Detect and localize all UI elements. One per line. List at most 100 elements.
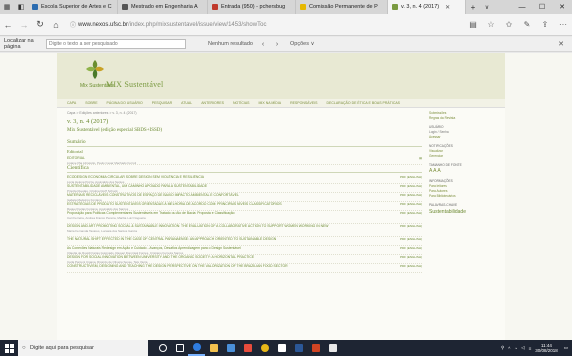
article-pdf-link[interactable]: PDF (ENGLISH)	[400, 255, 422, 259]
word-icon[interactable]	[290, 340, 307, 356]
taskbar-clock[interactable]: 11:44 30/08/2018	[535, 343, 558, 353]
keyword-cloud[interactable]: Sustentabilidade	[429, 209, 499, 215]
article-title-link[interactable]: CONSTRUCTIVISM, DESIGNING AND TEACHING T…	[67, 264, 387, 268]
recycle-leaf-icon[interactable]	[85, 59, 105, 81]
menu-item[interactable]: Pesquisar	[152, 101, 172, 105]
article-row: SUSTENTABILIDADE AMBIENTAL, UM CAMINHO A…	[67, 184, 422, 193]
article-pdf-link[interactable]: PDF (ENGLISH)	[400, 246, 422, 250]
powerpoint-icon[interactable]	[307, 340, 324, 356]
article-pdf-link[interactable]: PDF (ENGLISH)	[400, 175, 422, 179]
share-icon[interactable]: ⇪	[536, 20, 554, 29]
people-icon[interactable]: ⚲	[501, 345, 504, 351]
network-icon[interactable]: ◔	[514, 346, 517, 351]
mail-icon[interactable]	[273, 340, 290, 356]
forward-button[interactable]: →	[16, 14, 32, 36]
url-domain: www.nexos.ufsc.br	[78, 21, 129, 28]
tabs-aside-icon[interactable]: ◧	[14, 0, 28, 14]
menu-item[interactable]: Declaração de Ética e Boas Práticas	[327, 101, 401, 105]
windows-start-icon[interactable]	[0, 340, 18, 356]
article-title-link[interactable]: ESTRATÉGIAS DE PRODUTO SUSTENTÁVEIS ORIE…	[67, 202, 387, 206]
close-window-icon[interactable]: ✕	[552, 0, 572, 14]
office-icon[interactable]	[239, 340, 256, 356]
reading-view-icon[interactable]: ▤	[464, 20, 482, 29]
tab-preview-icon[interactable]: ▦	[0, 0, 14, 14]
favorite-star-icon[interactable]: ☆	[482, 20, 500, 29]
sidebar-notif-view[interactable]: Visualizar	[429, 149, 499, 153]
menu-item[interactable]: Responsáveis	[290, 101, 317, 105]
page-info-icon[interactable]: ⓘ	[70, 20, 78, 29]
paint-icon[interactable]	[324, 340, 341, 356]
maximize-icon[interactable]: ☐	[532, 0, 552, 14]
back-button[interactable]: ←	[0, 14, 16, 36]
find-close-icon[interactable]: ✕	[558, 40, 564, 48]
edge-browser-icon[interactable]	[188, 340, 205, 356]
article-pdf-link[interactable]: PDF (ENGLISH)	[400, 224, 422, 228]
refresh-button[interactable]: ↻	[32, 14, 48, 36]
favorites-hub-icon[interactable]: ✩	[500, 20, 518, 29]
sidebar-link-submissions[interactable]: Submissões	[429, 111, 499, 115]
file-explorer-icon[interactable]	[205, 340, 222, 356]
find-input[interactable]	[46, 39, 186, 49]
tray-chevron-icon[interactable]: ^	[508, 346, 510, 351]
article-title-link[interactable]: MATERIAIS RECICLÁVEIS CONSTRUTIVOS DE ES…	[67, 193, 387, 197]
browser-tab[interactable]: Escola Superior de Artes e C	[28, 0, 118, 14]
menu-item[interactable]: Sobre	[85, 101, 97, 105]
site-title[interactable]: MIX Sustentável	[106, 80, 163, 89]
article-title-link[interactable]: DESIGN AND ART PROMOTING SOCIAL & SUSTAI…	[67, 224, 387, 228]
menu-item[interactable]: Atual	[181, 101, 192, 105]
action-center-icon[interactable]: ▭	[564, 345, 568, 351]
article-pdf-link[interactable]: ▤	[419, 156, 422, 160]
tab-label: v. 3, n. 4 (2017)	[401, 4, 440, 10]
cortana-mic-icon[interactable]	[154, 340, 171, 356]
new-tab-button[interactable]: +	[466, 0, 480, 14]
minimize-icon[interactable]: —	[512, 0, 532, 14]
article-pdf-link[interactable]: PDF (ENGLISH)	[400, 202, 422, 206]
menu-item[interactable]: Notícias	[233, 101, 250, 105]
article-pdf-link[interactable]: PDF (ENGLISH)	[400, 211, 422, 215]
article-title-link[interactable]: THE NATURAL SHIFT EFFECTED IN THE CASE O…	[67, 237, 387, 241]
article-pdf-link[interactable]: PDF (ENGLISH)	[400, 237, 422, 241]
menu-item[interactable]: Capa	[67, 101, 76, 105]
browser-tab[interactable]: Comissão Permanente de P	[296, 0, 388, 14]
browser-tab[interactable]: Mestrado em Engenharia A	[118, 0, 208, 14]
find-options-button[interactable]: Opções ∨	[290, 41, 315, 47]
store-icon[interactable]	[222, 340, 239, 356]
sidebar-link-rules[interactable]: Regras da Revista	[429, 116, 499, 120]
article-pdf-link[interactable]: PDF (ENGLISH)	[400, 264, 422, 268]
browser-tab[interactable]: v. 3, n. 4 (2017) ✕	[388, 0, 466, 14]
find-next-icon[interactable]: ›	[270, 41, 284, 48]
article-pdf-link[interactable]: PDF (ENGLISH)	[400, 193, 422, 197]
language-icon[interactable]: ≡	[529, 346, 532, 351]
sidebar-info-authors[interactable]: Para Autores	[429, 189, 499, 193]
menu-item[interactable]: Página do usuário	[107, 101, 143, 105]
find-previous-icon[interactable]: ‹	[256, 41, 270, 48]
tab-close-icon[interactable]: ✕	[445, 4, 450, 11]
breadcrumb[interactable]: Capa > Edições anteriores > v. 3, n. 4 (…	[67, 111, 422, 115]
menu-item[interactable]: Mix na Mídia	[259, 101, 282, 105]
task-view-icon[interactable]	[171, 340, 188, 356]
article-title-link[interactable]: As Conexões Naturais Redesign em Ação e …	[67, 246, 387, 250]
sidebar-notif-manage[interactable]: Gerenciar	[429, 154, 499, 158]
article-title-link[interactable]: DESIGN FOR SOCIAL INNOVATION BETWEEN UNI…	[67, 255, 387, 259]
taskbar-search[interactable]: ○ Digite aqui para pesquisar	[18, 340, 148, 356]
volume-icon[interactable]: ◁	[521, 345, 524, 351]
tab-dropdown-icon[interactable]: ∨	[480, 0, 494, 14]
home-button[interactable]: ⌂	[48, 14, 64, 36]
chrome-icon[interactable]	[256, 340, 273, 356]
sidebar-login[interactable]: Login / Senha	[429, 130, 499, 134]
article-title-link[interactable]: EDITORIAL	[67, 156, 387, 160]
article-title-link[interactable]: Proposição para Políticas Complementares…	[67, 211, 387, 215]
menu-item[interactable]: Anteriores	[201, 101, 224, 105]
article-title-link[interactable]: ECODESIGN ECONOMIA CIRCULAR SOBRE DESIGN…	[67, 175, 387, 179]
sidebar-info-readers[interactable]: Para leitores	[429, 184, 499, 188]
sidebar-access[interactable]: Acessar	[429, 135, 499, 139]
article-pdf-link[interactable]: PDF (ENGLISH)	[400, 184, 422, 188]
url-field[interactable]: ⓘ www.nexos.ufsc.br /index.php/mixsusten…	[70, 18, 450, 32]
browser-tab[interactable]: Entrada (950) - pchersbug	[208, 0, 296, 14]
more-menu-icon[interactable]: ···	[554, 20, 572, 29]
article-authors: Cari Ferreira, Andrea Franco Pereira, Ma…	[67, 215, 146, 220]
article-title-link[interactable]: SUSTENTABILIDADE AMBIENTAL, UM CAMINHO A…	[67, 184, 387, 188]
font-size-controls[interactable]: A A A	[429, 168, 499, 174]
sidebar-info-librarians[interactable]: Para Bibliotecários	[429, 194, 499, 198]
notes-pen-icon[interactable]: ✎	[518, 20, 536, 29]
